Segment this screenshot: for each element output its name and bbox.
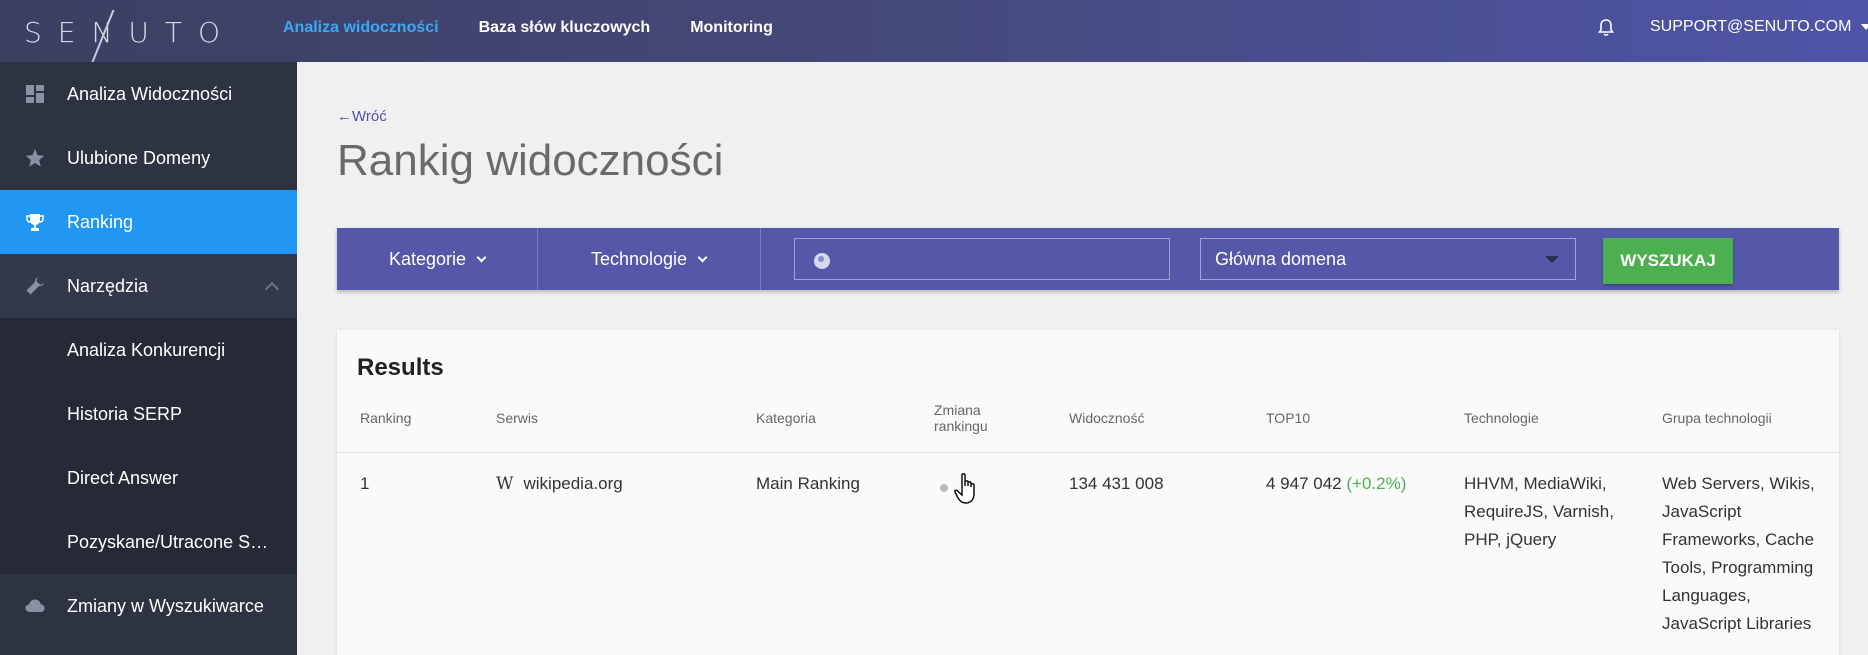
hand-cursor-icon [954,473,975,504]
tech-line: HHVM, MediaWiki, [1464,474,1607,493]
tech-group-line: JavaScript [1662,502,1742,521]
globe-icon [814,253,830,269]
sidebar-item-label: Historia SERP [67,403,183,424]
sidebar-item-label: Pozyskane/Utracone Słowa [67,531,272,552]
main-content: ←Wróć Rankig widoczności Kategorie Techn… [297,62,1868,655]
col-header-serwis[interactable]: Serwis [496,410,538,426]
filter-divider [760,228,761,290]
chevron-down-icon [697,252,708,262]
page-title: Rankig widoczności [337,136,724,185]
user-menu[interactable]: SUPPORT@SENUTO.COM [1650,18,1868,36]
col-header-technologie[interactable]: Technologie [1464,410,1539,426]
tech-group-line: Web Servers, Wikis, [1662,474,1815,493]
sidebar-item-analiza-konkurencji[interactable]: Analiza Konkurencji [0,318,297,382]
filter-bar: Kategorie Technologie Główna domena WYSZ… [337,228,1839,290]
cloud-icon [25,599,45,612]
tech-group-line: Tools, Programming [1662,558,1814,577]
sidebar-item-ulubione-domeny[interactable]: Ulubione Domeny [0,126,297,190]
nav-monitoring[interactable]: Monitoring [690,19,773,37]
top10-value: 4 947 042 [1266,474,1342,493]
nav-baza-slow-kluczowych[interactable]: Baza słów kluczowych [479,19,651,37]
arrow-left-icon: ← [337,108,352,125]
col-header-top10[interactable]: TOP10 [1266,410,1310,426]
search-button[interactable]: WYSZUKAJ [1603,238,1733,284]
categories-label: Kategorie [388,248,467,269]
top10-change: (+0.2%) [1346,474,1407,493]
sidebar-item-ranking[interactable]: Ranking [0,190,297,254]
results-title: Results [357,354,444,381]
wrench-icon [26,277,44,295]
cell-technologie: HHVM, MediaWiki, RequireJS, Varnish, PHP… [1464,470,1649,554]
col-header-kategoria[interactable]: Kategoria [756,410,816,426]
sidebar-item-label: Ranking [67,211,134,232]
sidebar-item-analiza-widocznosci[interactable]: Analiza Widoczności [0,62,297,126]
nav-analiza-widocznosci[interactable]: Analiza widoczności [283,19,439,37]
col-header-ranking[interactable]: Ranking [360,410,411,426]
star-icon [25,149,45,167]
cell-top10: 4 947 042 (+0.2%) [1266,470,1406,498]
cell-grupa-technologii: Web Servers, Wikis, JavaScript Framework… [1662,470,1837,638]
sidebar-item-narzedzia[interactable]: Narzędzia [0,254,297,318]
dropdown-arrow-icon [1545,256,1559,263]
col-header-grupa-technologii[interactable]: Grupa technologii [1662,410,1772,426]
sidebar-item-historia-serp[interactable]: Historia SERP [0,382,297,446]
domain-search-input[interactable] [794,238,1170,280]
technologies-dropdown[interactable]: Technologie [537,228,760,290]
table-header-divider [337,452,1839,453]
logo-text: SENUTO [24,15,237,49]
site-link[interactable]: wikipedia.org [523,474,622,493]
cell-serwis[interactable]: Wwikipedia.org [496,470,623,498]
tech-group-line: Frameworks, Cache [1662,530,1815,549]
sidebar-item-label: Narzędzia [67,275,149,296]
cell-kategoria: Main Ranking [756,474,860,493]
categories-dropdown[interactable]: Kategorie [337,228,537,290]
sidebar-item-label: Ulubione Domeny [67,147,211,168]
col-header-zmiana-rankingu[interactable]: Zmiana rankingu [934,402,1004,434]
sidebar-item-direct-answer[interactable]: Direct Answer [0,446,297,510]
domain-type-value: Główna domena [1215,248,1347,269]
technologies-label: Technologie [590,248,688,269]
sidebar-item-label: Analiza Konkurencji [67,339,226,360]
senuto-logo[interactable]: SENUTO [24,9,237,63]
chevron-down-icon [476,252,487,262]
bell-icon[interactable] [1596,17,1616,39]
rank-change-indicator [940,484,948,492]
sidebar: Analiza Widoczności Ulubione Domeny Rank… [0,62,297,655]
dashboard-icon [26,85,44,103]
back-link[interactable]: ←Wróć [337,108,387,125]
back-label: Wróć [352,108,387,125]
results-card: Results Ranking Serwis Kategoria Zmiana … [337,330,1839,655]
cell-ranking: 1 [360,474,370,493]
trophy-icon [26,214,44,231]
domain-type-select[interactable]: Główna domena [1200,238,1576,280]
sidebar-item-label: Direct Answer [67,467,179,488]
col-header-widocznosc[interactable]: Widoczność [1069,410,1144,426]
user-email: SUPPORT@SENUTO.COM [1650,18,1852,35]
chevron-up-icon [264,281,280,297]
wikipedia-icon: W [496,474,514,494]
tech-line: RequireJS, Varnish, [1464,502,1614,521]
cell-widocznosc: 134 431 008 [1069,474,1164,493]
sidebar-item-pozyskane-utracone[interactable]: Pozyskane/Utracone Słowa [0,510,297,574]
sidebar-item-label: Zmiany w Wyszukiwarce [67,595,264,616]
tech-group-line: JavaScript Libraries [1662,614,1812,633]
top-nav: Analiza widoczności Baza słów kluczowych… [283,0,773,56]
top-navbar: SENUTO Analiza widoczności Baza słów klu… [0,0,1868,63]
sidebar-item-label: Analiza Widoczności [67,83,233,104]
tech-line: PHP, jQuery [1464,530,1557,549]
caret-down-icon [1861,24,1868,30]
sidebar-item-zmiany-w-wyszukiwarce[interactable]: Zmiany w Wyszukiwarce [0,574,297,638]
tech-group-line: Languages, [1662,586,1751,605]
